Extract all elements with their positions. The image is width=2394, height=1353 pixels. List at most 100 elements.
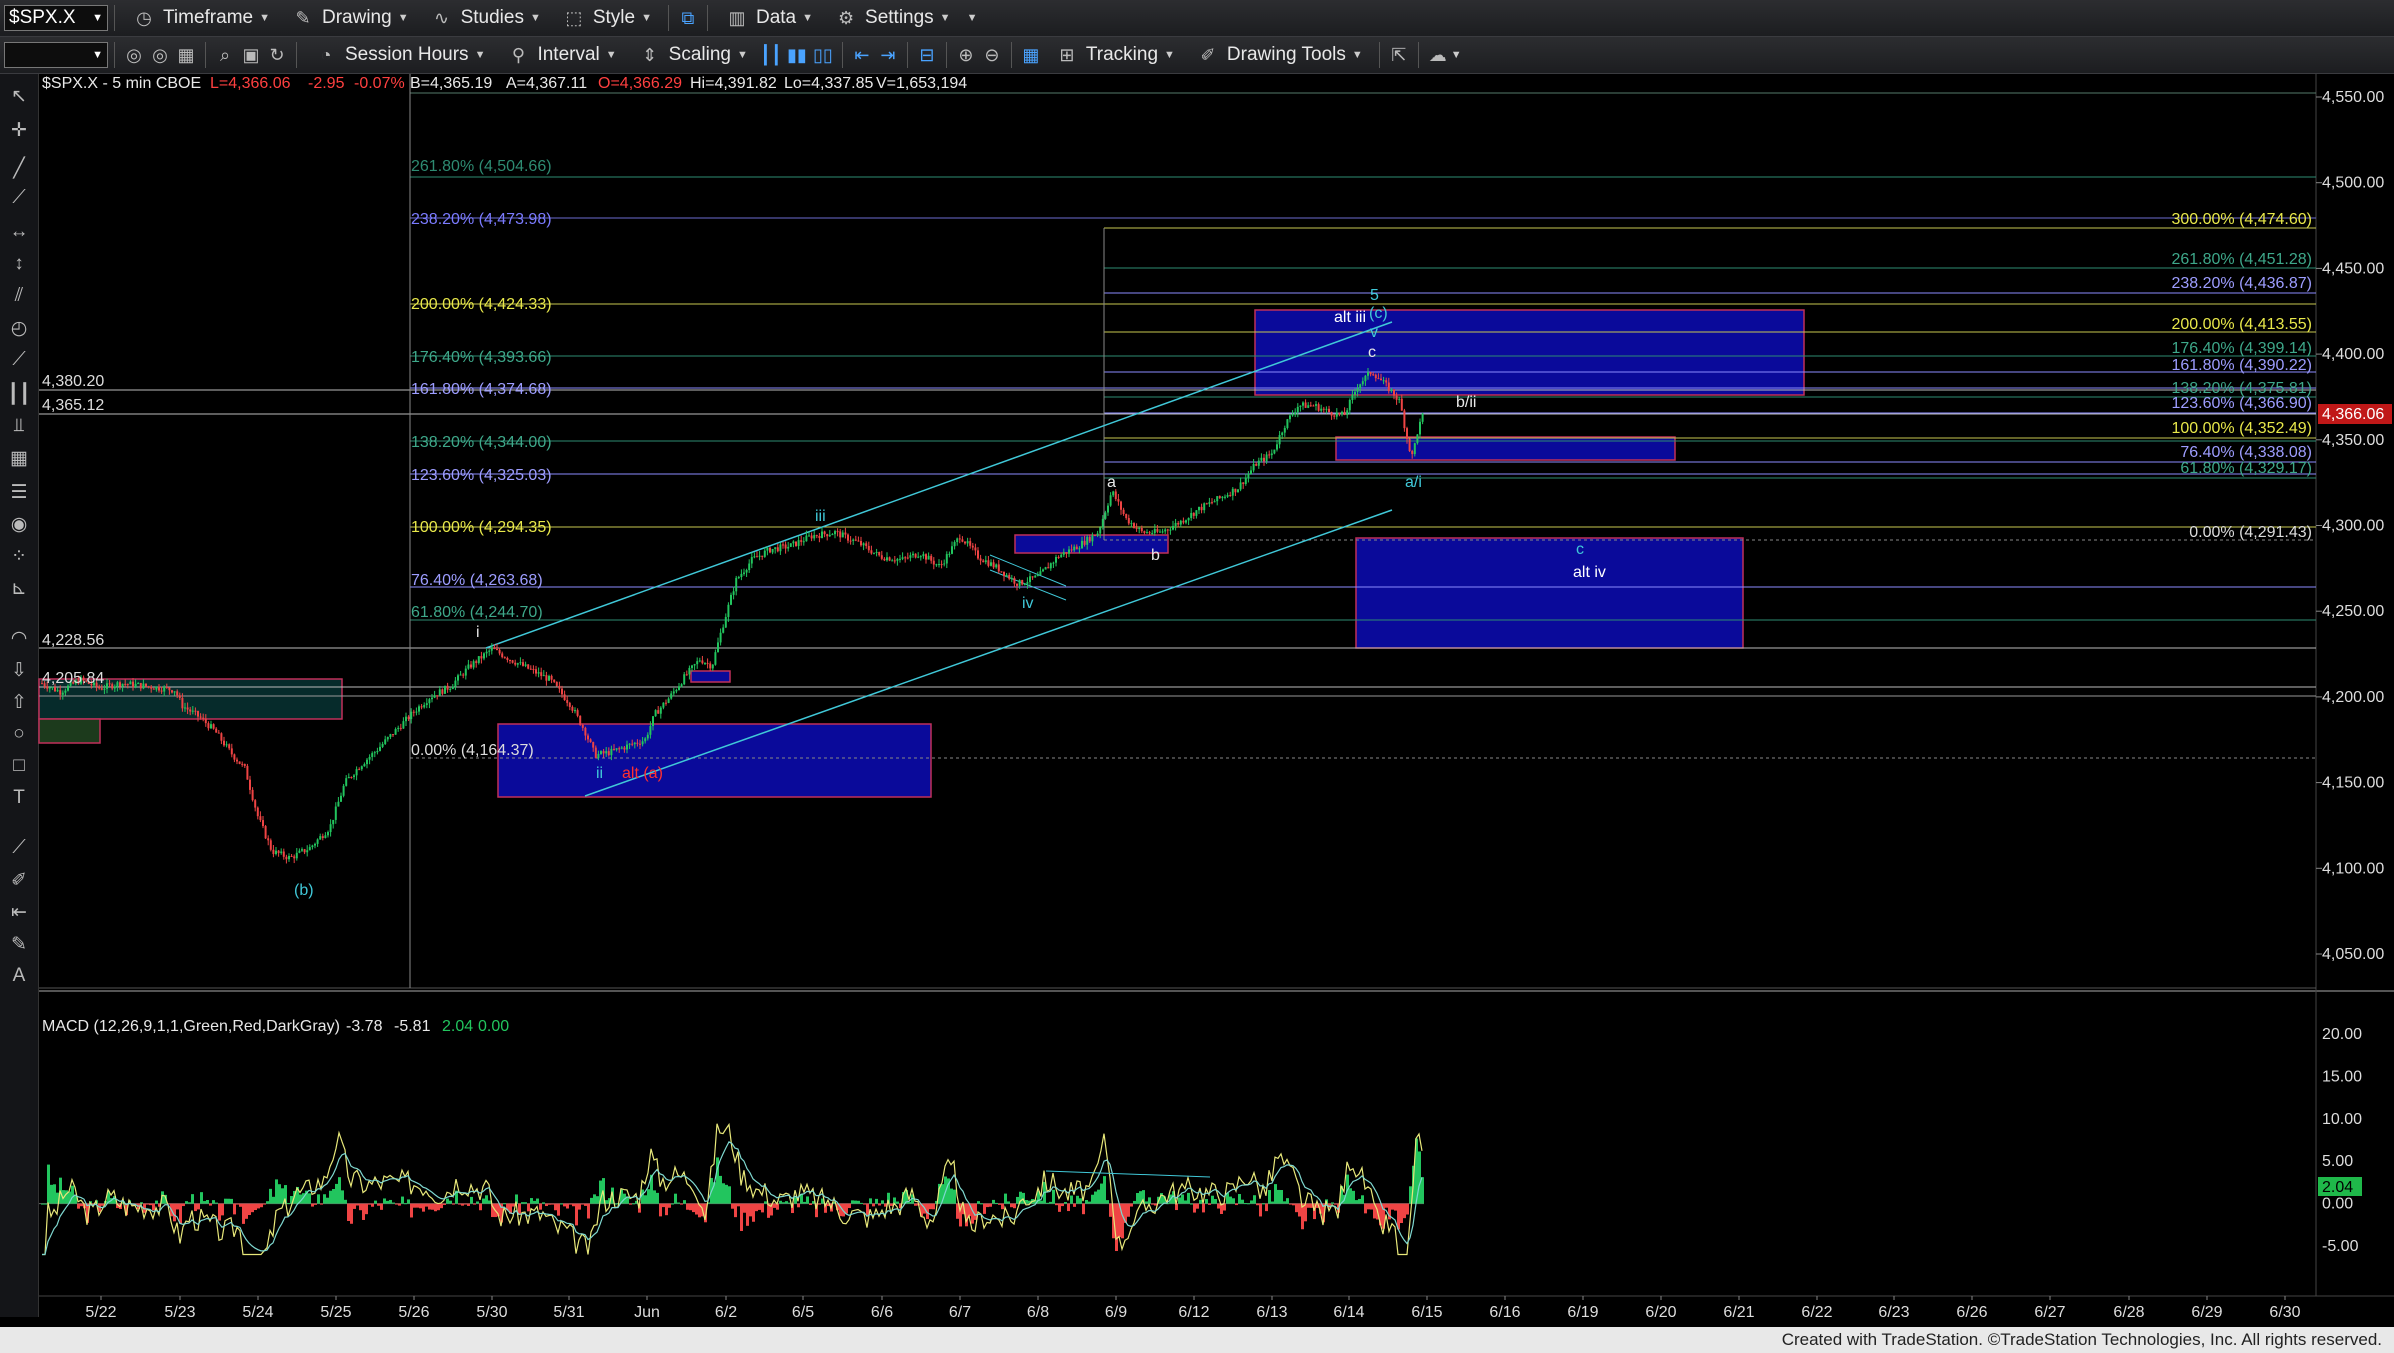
macd-histogram-bar [893,1197,896,1204]
macd-histogram-bar [1370,1203,1373,1210]
candle-body [275,850,277,855]
candle-body [717,642,719,653]
macd-histogram-bar [746,1203,749,1226]
macd-histogram-bar [551,1203,554,1205]
candle-body [1120,501,1122,510]
macd-histogram-bar [1136,1193,1139,1204]
macd-histogram-bar [1061,1203,1064,1207]
macd-histogram-bar [140,1202,143,1204]
candle-body [652,716,654,727]
candle-body [236,759,238,762]
candle-body [379,746,381,751]
candle-body [844,532,847,535]
candle-body [298,850,301,853]
macd-histogram-bar [1199,1199,1202,1204]
macd-histogram-bar [1274,1184,1277,1204]
macd-histogram-bar [980,1203,983,1205]
macd-histogram-bar [242,1203,245,1224]
candle-body [1361,381,1364,385]
candle-body [818,535,821,539]
candle-body [1140,528,1143,532]
macd-histogram-bar [782,1202,785,1204]
candle-body [763,550,766,557]
candle-body [1247,473,1250,478]
candle-body [1094,535,1096,537]
candle-body [862,543,865,546]
macd-histogram-bar [371,1203,374,1207]
macd-histogram-bar [1205,1199,1208,1204]
candle-body [1369,372,1372,375]
candle-body [1013,578,1016,584]
date-tick-label: 6/14 [1333,1304,1364,1321]
candle-body [878,551,881,556]
macd-histogram-bar [752,1203,755,1222]
macd-histogram-bar [1217,1203,1220,1209]
macd-histogram-bar [269,1188,272,1204]
candle-body [327,832,329,836]
macd-histogram-bar [185,1201,188,1204]
macd-histogram-bar [278,1184,281,1204]
candle-body [1078,548,1081,550]
price-tick-label: 4,400.00 [2322,346,2384,363]
candle-body [59,690,62,695]
candle-body [264,826,267,839]
bid-price: B=4,365.19 [410,75,492,92]
candle-body [828,534,831,537]
macd-histogram-bar [335,1183,338,1204]
macd-histogram-bar [854,1200,857,1204]
price-chart[interactable]: $SPX.X - 5 min CBOE L=4,366.06 -2.95 -0.… [0,0,2394,1327]
date-tick-label: 6/20 [1645,1304,1676,1321]
candle-body [1413,443,1416,455]
macd-histogram-bar [662,1203,665,1208]
candle-body [181,697,184,709]
date-tick-label: 5/25 [320,1304,351,1321]
candle-body [1192,512,1195,516]
macd-histogram-bar [431,1203,434,1210]
wave-label: i [476,624,480,641]
candle-body [152,688,155,690]
macd-histogram-bar [1154,1203,1157,1206]
macd-histogram-bar [1277,1189,1280,1204]
macd-histogram-bar [1304,1203,1307,1222]
macd-histogram-bar [254,1203,257,1211]
fib-label: 176.40% (4,399.14) [2171,340,2312,357]
candle-body [1073,546,1076,551]
candle-body [886,557,888,561]
macd-value-1: -3.78 [346,1018,383,1035]
candle-body [1325,408,1328,410]
macd-histogram-bar [1004,1193,1007,1204]
candle-body [462,674,465,676]
candle-body [753,556,756,558]
macd-tick-label: 15.00 [2322,1068,2362,1085]
candle-body [834,531,836,535]
wave-label: alt iii [1334,309,1366,326]
macd-histogram-bar [725,1184,728,1204]
macd-histogram-bar [101,1203,104,1206]
candle-body [628,743,631,745]
candle-body [506,657,509,660]
candle-body [1406,428,1408,439]
candle-body [340,795,342,802]
candle-body [431,697,433,700]
candle-body [756,556,758,558]
candle-body [514,662,517,665]
candle-body [145,683,147,687]
candle-body [394,729,397,735]
macd-histogram-bar [590,1197,593,1204]
macd-histogram-bar [1367,1203,1370,1210]
candle-body [61,692,64,695]
macd-value-4: 0.00 [478,1018,509,1035]
macd-histogram-bar [1331,1202,1334,1204]
candle-body [1252,464,1255,471]
candle-body [1096,533,1099,536]
candle-body [1286,419,1289,429]
candle-body [821,531,823,539]
candle-body [979,558,982,561]
candle-body [1411,451,1414,455]
candle-body [1359,384,1362,389]
candle-body [1130,523,1133,525]
candle-body [1047,567,1050,569]
macd-histogram-bar [404,1203,407,1205]
candle-body [529,668,532,670]
macd-tick-label: 10.00 [2322,1111,2362,1128]
